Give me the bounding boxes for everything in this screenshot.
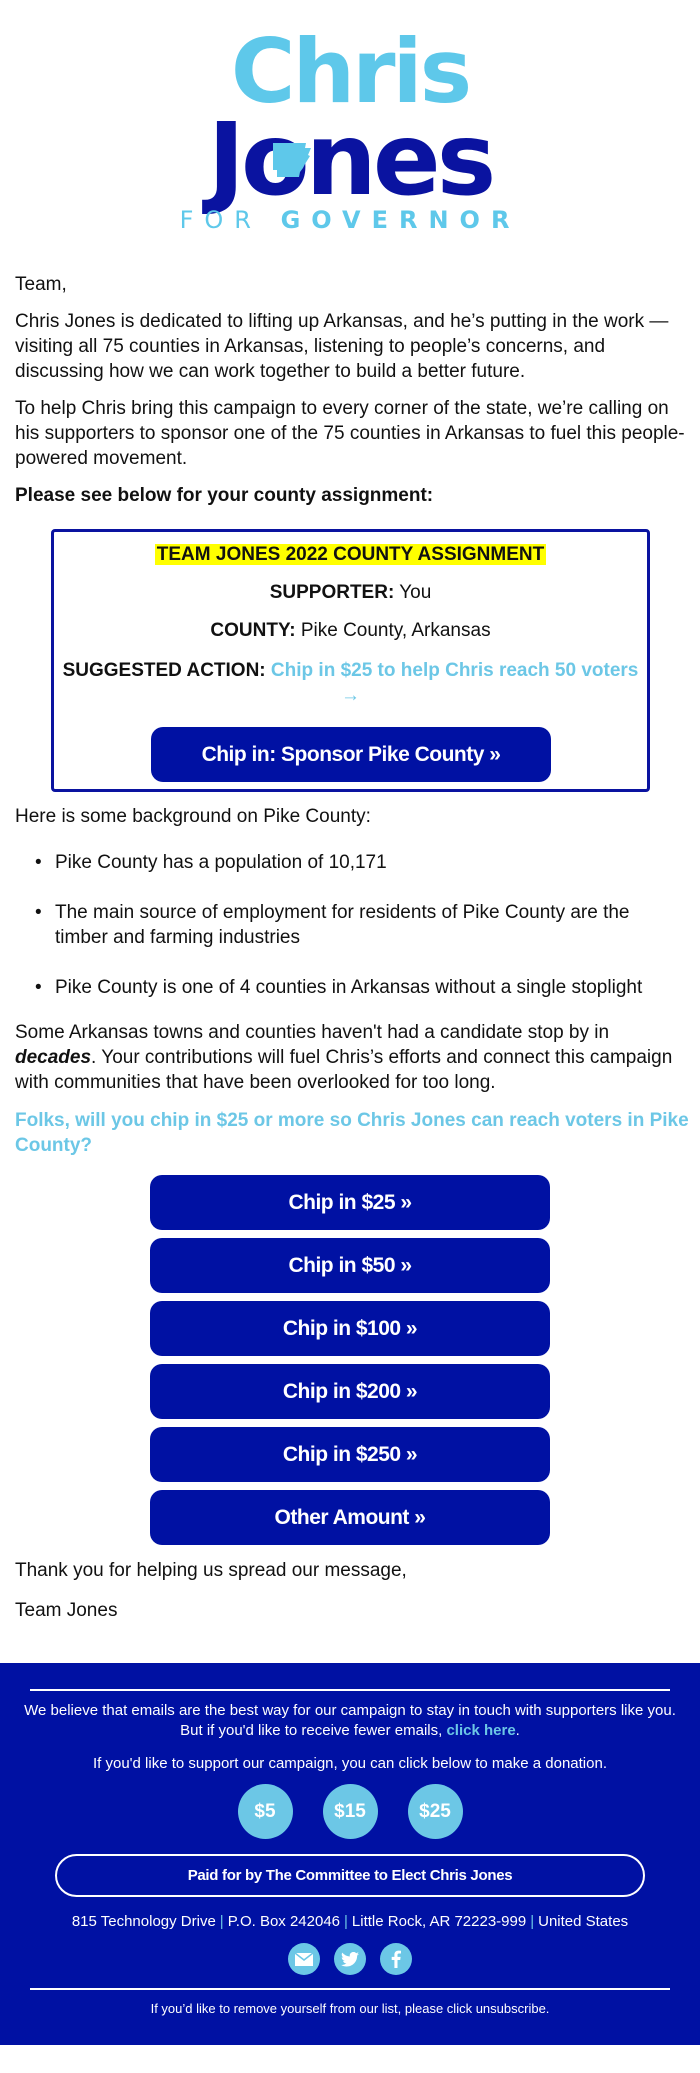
intro-paragraph-1: Chris Jones is dedicated to lifting up A… [15, 311, 669, 382]
email-pref-end: . [515, 1722, 520, 1739]
email-preferences-text: We believe that emails are the best way … [20, 1701, 680, 1741]
address-po-box: P.O. Box 242046 [227, 1913, 341, 1930]
address-city: Little Rock, AR 72223-999 [351, 1913, 527, 1930]
chip-in-25-button[interactable]: Chip in $25 » [150, 1175, 550, 1230]
facebook-icon[interactable] [380, 1943, 412, 1975]
county-label: COUNTY: [210, 620, 296, 641]
county-assignment-box: TEAM JONES 2022 COUNTY ASSIGNMENT SUPPOR… [51, 529, 650, 792]
supporter-label: SUPPORTER: [269, 582, 395, 603]
arkansas-state-icon [273, 143, 311, 177]
mailing-address: 815 Technology Drive | P.O. Box 242046 | Lit… [0, 1913, 700, 1930]
background-intro: Here is some background on Pike County: [15, 806, 371, 827]
closing-thanks: Thank you for helping us spread our mess… [15, 1560, 407, 1581]
footer-divider-bottom [30, 1988, 670, 1990]
chip-in-250-button[interactable]: Chip in $250 » [150, 1427, 550, 1482]
email-pref-text: We believe that emails are the best way … [24, 1702, 676, 1739]
suggested-action-row: SUGGESTED ACTION: Chip in $25 to help Ch… [54, 658, 647, 708]
county-row: COUNTY: Pike County, Arkansas [54, 620, 647, 642]
address-country: United States [538, 1913, 629, 1930]
unsubscribe-text[interactable]: If you’d like to remove yourself from ou… [0, 2001, 700, 2016]
donate-text: If you'd like to support our campaign, y… [93, 1755, 607, 1772]
logo-tagline: FOR GOVERNOR [0, 206, 700, 234]
tagline-governor: GOVERNOR [280, 206, 521, 234]
donate-25-button[interactable]: $25 [407, 1784, 463, 1839]
chip-in-50-button[interactable]: Chip in $50 » [150, 1238, 550, 1293]
email-icon[interactable] [288, 1943, 320, 1975]
donation-ask: Folks, will you chip in $25 or more so C… [15, 1110, 689, 1156]
quick-donate-amounts: $5 $15 $25 [0, 1784, 700, 1839]
greeting: Team, [15, 274, 67, 295]
intro-paragraph-2: To help Chris bring this campaign to eve… [15, 398, 685, 469]
supporter-row: SUPPORTER: You [54, 582, 647, 604]
donate-15-button[interactable]: $15 [322, 1784, 378, 1839]
appeal-emphasis: decades [15, 1047, 92, 1068]
appeal-text: Some Arkansas towns and counties haven't… [15, 1022, 610, 1043]
fact-item: Pike County is one of 4 counties in Arka… [35, 975, 685, 1000]
fewer-emails-link[interactable]: click here [446, 1722, 515, 1739]
tagline-for: FOR [179, 206, 281, 234]
logo-last-name: Jones [207, 101, 496, 218]
address-street: 815 Technology Drive [71, 1913, 216, 1930]
county-facts-list: Pike County has a population of 10,171 T… [35, 850, 685, 1025]
action-link[interactable]: Chip in $25 to help Chris reach 50 voter… [271, 660, 638, 681]
paid-for-disclaimer: Paid for by The Committee to Elect Chris… [55, 1854, 645, 1897]
footer-divider-top [30, 1689, 670, 1691]
address-separator: | [219, 1913, 224, 1930]
signature: Team Jones [15, 1600, 118, 1621]
appeal-text-end: . Your contributions will fuel Chris’s e… [15, 1047, 673, 1093]
assignment-title: TEAM JONES 2022 COUNTY ASSIGNMENT [154, 544, 547, 565]
assignment-intro: Please see below for your county assignm… [15, 485, 434, 506]
supporter-value: You [394, 582, 432, 603]
donate-5-button[interactable]: $5 [237, 1784, 293, 1839]
email-intro: Team, Chris Jones is dedicated to liftin… [15, 272, 685, 520]
action-label: SUGGESTED ACTION: [62, 660, 266, 681]
appeal-paragraph: Some Arkansas towns and counties haven't… [15, 1020, 695, 1095]
address-separator: | [344, 1913, 348, 1930]
fact-item: The main source of employment for reside… [35, 900, 685, 950]
donation-buttons: Chip in $25 » Chip in $50 » Chip in $100… [150, 1175, 550, 1553]
chip-in-100-button[interactable]: Chip in $100 » [150, 1301, 550, 1356]
social-links [0, 1943, 700, 1975]
email-footer: We believe that emails are the best way … [0, 1663, 700, 2045]
address-separator: | [530, 1913, 535, 1930]
fact-item: Pike County has a population of 10,171 [35, 850, 685, 875]
arrow-right-icon[interactable]: → [341, 685, 360, 706]
sponsor-county-button[interactable]: Chip in: Sponsor Pike County » [151, 727, 551, 782]
other-amount-button[interactable]: Other Amount » [150, 1490, 550, 1545]
assignment-title-row: TEAM JONES 2022 COUNTY ASSIGNMENT [54, 544, 647, 566]
county-value: Pike County, Arkansas [295, 620, 491, 641]
chip-in-200-button[interactable]: Chip in $200 » [150, 1364, 550, 1419]
twitter-icon[interactable] [334, 1943, 366, 1975]
campaign-logo: Chris Jones FOR GOVERNOR [0, 20, 700, 250]
